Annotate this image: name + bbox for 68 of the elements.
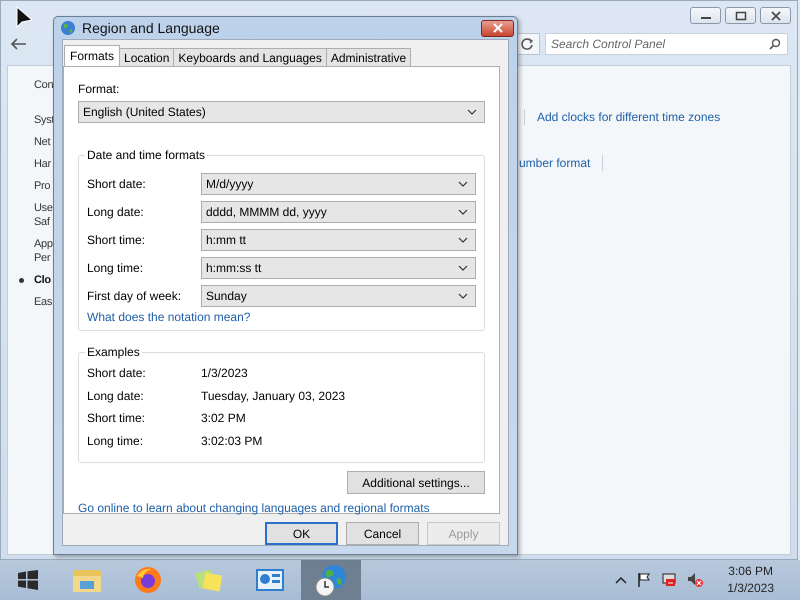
flag-icon[interactable]: [637, 572, 652, 588]
field-label: Short date:: [87, 177, 147, 191]
volume-muted-icon[interactable]: [687, 572, 704, 588]
nav-item[interactable]: Con: [19, 78, 54, 92]
dialog-button[interactable]: Cancel: [346, 522, 419, 545]
taskbar-item[interactable]: [301, 560, 361, 600]
dropdown[interactable]: h:mm:ss tt: [201, 257, 476, 279]
example-value: Tuesday, January 03, 2023: [201, 388, 346, 403]
maximize-button[interactable]: [725, 7, 756, 24]
clock[interactable]: 3:06 PM 1/3/2023: [727, 563, 774, 597]
tab[interactable]: Keyboards and Languages: [173, 48, 327, 66]
minimize-button[interactable]: [690, 7, 721, 24]
nav-item[interactable]: App Per: [19, 237, 53, 265]
folder-icon: [72, 567, 102, 593]
chevron-up-icon[interactable]: [615, 576, 628, 584]
search-field[interactable]: Search Control Panel: [545, 33, 788, 55]
example-label: Short date:: [87, 366, 147, 380]
format-dropdown[interactable]: English (United States): [78, 101, 485, 123]
dropdown[interactable]: Sunday: [201, 285, 476, 307]
example-value: 3:02:03 PM: [201, 434, 262, 448]
back-arrow-icon[interactable]: [10, 37, 28, 51]
refresh-icon: [520, 37, 534, 51]
window-title: Region and Language: [82, 20, 220, 36]
nav-item[interactable]: Net: [19, 135, 50, 149]
link[interactable]: umber format: [519, 156, 590, 170]
nav-item[interactable]: Syst: [19, 113, 54, 127]
maximize-icon: [734, 10, 746, 20]
nav-item[interactable]: Pro: [19, 179, 50, 193]
field-label: Long time:: [87, 261, 144, 275]
nav-item[interactable]: Eas: [19, 295, 52, 309]
example-label: Short time:: [87, 411, 146, 426]
example-label: Long date:: [87, 388, 145, 403]
link[interactable]: What does the notation mean?: [87, 310, 250, 324]
additional-settings-button[interactable]: Additional settings...: [347, 471, 485, 494]
group-title: Date and time formats: [85, 148, 208, 162]
nav-item[interactable]: Clo: [19, 273, 51, 287]
network-icon[interactable]: [661, 572, 678, 588]
nav-item[interactable]: Use Saf: [19, 201, 53, 229]
field-label: First day of week:: [87, 289, 182, 303]
browser-icon: [134, 566, 162, 594]
example-value: 3:02 PM: [201, 411, 246, 426]
tab[interactable]: Formats: [64, 45, 120, 66]
dropdown[interactable]: M/d/yyyy: [201, 173, 476, 195]
tab[interactable]: Location: [119, 48, 174, 66]
close-icon: [770, 10, 782, 20]
link[interactable]: Go online to learn about changing languages and regional formats: [78, 501, 485, 515]
dialog-button[interactable]: OK: [265, 522, 338, 545]
link[interactable]: Add clocks for different time zones: [537, 110, 720, 124]
control-panel-icon: [255, 568, 285, 592]
sticky-notes-icon: [194, 567, 224, 593]
group-title: Examples: [85, 345, 142, 359]
search-icon: [769, 38, 781, 50]
example-label: Long time:: [87, 434, 144, 448]
windows-logo-icon: [17, 570, 39, 590]
dropdown[interactable]: h:mm tt: [201, 229, 476, 251]
close-button[interactable]: [760, 7, 791, 24]
globe-icon: [60, 20, 76, 36]
field-label: Long date:: [87, 205, 145, 219]
field-label: Format:: [78, 82, 120, 96]
close-button[interactable]: [481, 20, 514, 36]
globe-clock-icon: [314, 563, 348, 597]
field-label: Short time:: [87, 233, 146, 247]
nav-item[interactable]: Har: [19, 157, 51, 171]
close-icon: [492, 23, 504, 33]
tab[interactable]: Administrative: [326, 48, 412, 66]
mouse-pointer-icon: [16, 6, 34, 30]
dropdown[interactable]: dddd, MMMM dd, yyyy: [201, 201, 476, 223]
example-value: 1/3/2023: [201, 366, 248, 380]
